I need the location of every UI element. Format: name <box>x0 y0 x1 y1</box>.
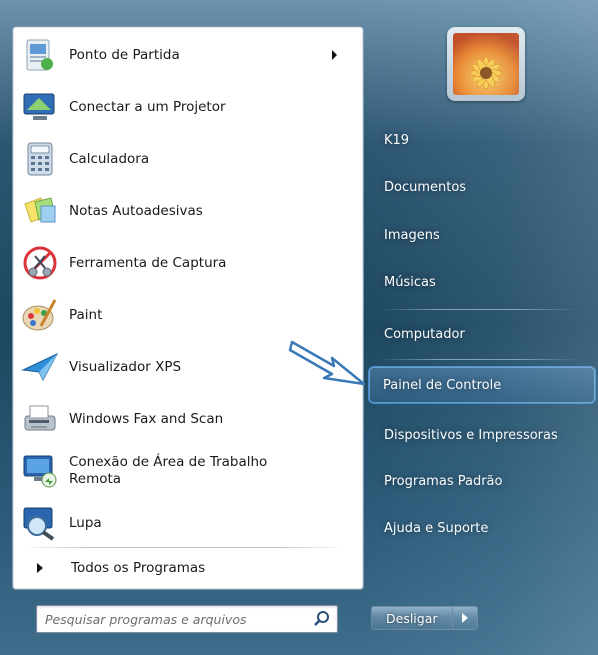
right-item-label: Painel de Controle <box>383 377 502 393</box>
paint-icon <box>21 296 59 334</box>
program-item-snipping-tool[interactable]: Ferramenta de Captura <box>21 239 351 287</box>
right-divider <box>378 309 578 310</box>
shutdown-label: Desligar <box>386 610 438 626</box>
all-programs-button[interactable]: Todos os Programas <box>13 553 343 583</box>
user-picture[interactable] <box>447 27 525 101</box>
program-item-remote-desktop[interactable]: Conexão de Área de Trabalho Remota <box>21 447 351 495</box>
right-item-user[interactable]: K19 <box>370 120 596 160</box>
expand-arrow-icon <box>37 563 43 573</box>
right-item-label: Ajuda e Suporte <box>384 520 489 536</box>
right-item-label: Músicas <box>384 274 436 290</box>
annotation-arrow-icon <box>288 340 366 386</box>
program-item-magnifier[interactable]: Lupa <box>21 499 351 547</box>
xps-viewer-icon <box>21 348 59 386</box>
right-item-label: Documentos <box>384 179 467 195</box>
right-item-label: Programas Padrão <box>384 473 503 489</box>
program-item-projector[interactable]: Conectar a um Projetor <box>21 83 351 131</box>
program-item-fax-scan[interactable]: Windows Fax and Scan <box>21 395 351 443</box>
program-item-calculator[interactable]: Calculadora <box>21 135 351 183</box>
right-item-music[interactable]: Músicas <box>370 262 596 302</box>
right-item-help-support[interactable]: Ajuda e Suporte <box>370 508 596 548</box>
programs-panel: Ponto de Partida Conectar a um Projetor <box>12 26 364 590</box>
sticky-notes-icon <box>21 192 59 230</box>
program-label: Visualizador XPS <box>69 358 182 375</box>
all-programs-label: Todos os Programas <box>71 560 206 576</box>
right-item-computer[interactable]: Computador <box>370 314 596 354</box>
program-label: Conexão de Área de Trabalho Remota <box>69 454 267 488</box>
program-label-line2: Remota <box>69 471 122 487</box>
remote-desktop-icon <box>21 452 59 490</box>
flower-image <box>453 33 519 95</box>
right-item-pictures[interactable]: Imagens <box>370 215 596 255</box>
program-label: Calculadora <box>69 150 150 167</box>
search-icon[interactable] <box>313 610 331 628</box>
right-item-default-programs[interactable]: Programas Padrão <box>370 461 596 501</box>
program-item-getting-started[interactable]: Ponto de Partida <box>21 31 351 79</box>
submenu-arrow-icon[interactable] <box>332 50 337 60</box>
program-label: Notas Autoadesivas <box>69 202 203 219</box>
program-label: Ferramenta de Captura <box>69 254 227 271</box>
snipping-tool-icon <box>21 244 59 282</box>
right-item-label: Dispositivos e Impressoras <box>384 427 558 443</box>
program-item-paint[interactable]: Paint <box>21 291 351 339</box>
right-item-control-panel[interactable]: Painel de Controle <box>368 366 596 404</box>
projector-icon <box>21 88 59 126</box>
program-item-sticky-notes[interactable]: Notas Autoadesivas <box>21 187 351 235</box>
programs-divider <box>23 547 345 548</box>
right-item-label: Imagens <box>384 227 440 243</box>
right-item-label: Computador <box>384 326 465 342</box>
right-item-documents[interactable]: Documentos <box>370 167 596 207</box>
shutdown-options-button[interactable] <box>452 606 478 630</box>
fax-scan-icon <box>21 400 59 438</box>
right-item-label: K19 <box>384 132 410 148</box>
search-box[interactable] <box>36 605 338 633</box>
getting-started-icon <box>21 36 59 74</box>
search-input[interactable] <box>43 609 307 629</box>
program-label-line1: Conexão de Área de Trabalho <box>69 454 268 470</box>
program-label: Windows Fax and Scan <box>69 410 224 427</box>
program-label: Ponto de Partida <box>69 46 180 63</box>
program-label: Paint <box>69 306 103 323</box>
program-label: Lupa <box>69 514 102 531</box>
shutdown-button[interactable]: Desligar <box>371 606 453 630</box>
search-area <box>12 588 362 646</box>
right-divider <box>378 359 578 360</box>
calculator-icon <box>21 140 59 178</box>
shutdown-group: Desligar <box>371 606 478 630</box>
magnifier-icon <box>21 504 59 542</box>
start-menu: Ponto de Partida Conectar a um Projetor <box>0 0 598 655</box>
right-item-devices-printers[interactable]: Dispositivos e Impressoras <box>370 415 596 455</box>
program-label: Conectar a um Projetor <box>69 98 226 115</box>
